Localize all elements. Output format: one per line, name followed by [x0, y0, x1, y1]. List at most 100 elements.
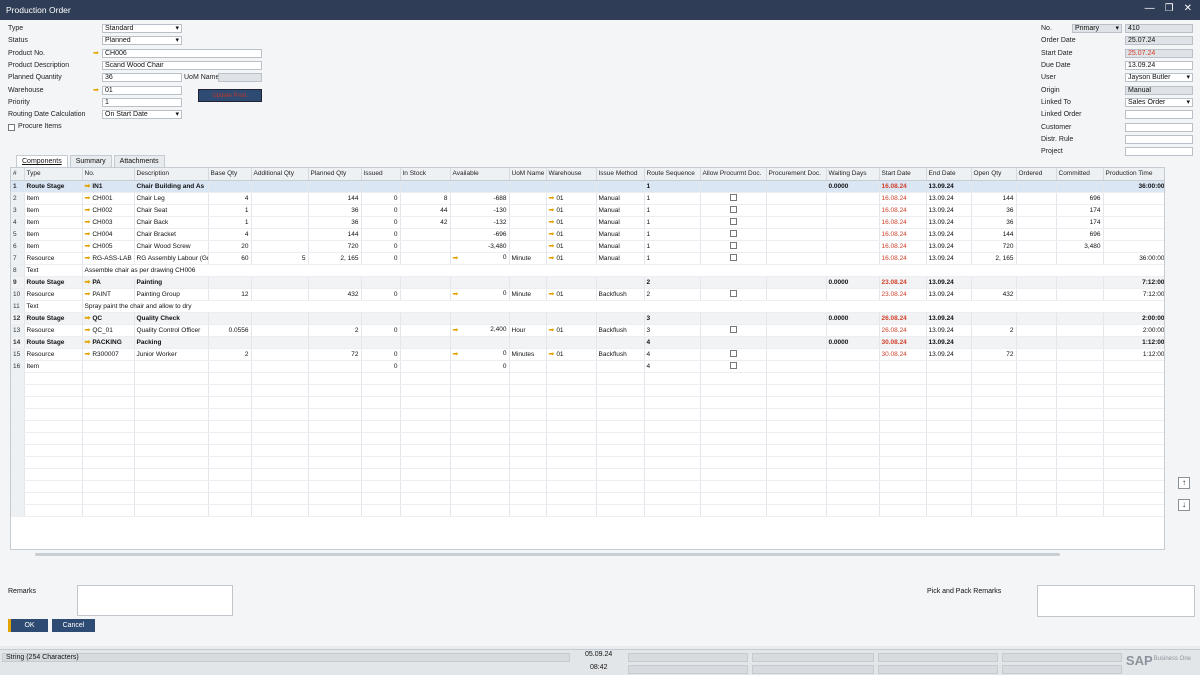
cell-desc[interactable]: Chair Seat — [134, 204, 209, 217]
link-arrow-icon[interactable]: ➡ — [93, 86, 99, 94]
cell-no[interactable]: ➡ RG-ASS-LAB — [82, 252, 135, 265]
cell-wait[interactable] — [826, 324, 880, 337]
cell-committed[interactable]: 174 — [1056, 204, 1104, 217]
cell-allow[interactable] — [700, 192, 767, 205]
cell-no[interactable]: ➡ IN1 — [82, 180, 135, 193]
cell-start[interactable]: 30.08.24 — [879, 348, 927, 361]
cell-uom[interactable]: Minute — [509, 288, 547, 301]
cell-desc[interactable]: Chair Building and As — [134, 180, 209, 193]
cell-wait[interactable]: 0.0000 — [826, 312, 880, 325]
cell-stock[interactable] — [400, 360, 451, 373]
cell-committed[interactable]: 696 — [1056, 192, 1104, 205]
cell-desc[interactable]: Chair Back — [134, 216, 209, 229]
cell-proc[interactable] — [766, 288, 827, 301]
cell-wait[interactable] — [826, 288, 880, 301]
cell-planned[interactable]: 36 — [308, 216, 362, 229]
distr-rule-field[interactable] — [1125, 135, 1193, 144]
column-header[interactable]: Start Date — [879, 168, 927, 181]
cell-allow[interactable] — [700, 336, 767, 349]
cell-uom[interactable] — [509, 276, 547, 289]
cell-issued[interactable]: 0 — [361, 192, 401, 205]
cell-add[interactable] — [251, 324, 309, 337]
cell-start[interactable]: 23.08.24 — [879, 288, 927, 301]
table-row[interactable]: 14 Route Stage ➡ PACKING Packing 4 0.0000 30.0… — [11, 336, 1164, 349]
cell-stock[interactable] — [400, 252, 451, 265]
cell-avail[interactable] — [450, 276, 510, 289]
cell-open[interactable] — [971, 180, 1017, 193]
cell-start[interactable]: 23.08.24 — [879, 276, 927, 289]
table-row[interactable]: 2 Item ➡ CH001 Chair Leg 4 144 0 8 -688 ➡ 01 Manua… — [11, 192, 1164, 205]
priority-field[interactable]: 1 — [102, 98, 182, 107]
cell-end[interactable]: 13.09.24 — [926, 324, 972, 337]
cell-committed[interactable] — [1056, 360, 1104, 373]
cell-add[interactable] — [251, 288, 309, 301]
cell-issued[interactable]: 0 — [361, 240, 401, 253]
cell-ordered[interactable] — [1016, 288, 1057, 301]
cell-type[interactable]: Resource — [24, 252, 83, 265]
cell-stock[interactable] — [400, 240, 451, 253]
cell-issued[interactable] — [361, 276, 401, 289]
cell-wh[interactable]: ➡ 01 — [546, 252, 597, 265]
cell-open[interactable]: 432 — [971, 288, 1017, 301]
cell-uom[interactable]: Minute — [509, 252, 547, 265]
cell-seq[interactable]: 1 — [644, 216, 701, 229]
cell-issued[interactable] — [361, 336, 401, 349]
column-header[interactable]: Allow Procurmt Doc. — [700, 168, 767, 181]
cell-uom[interactable] — [509, 312, 547, 325]
cell-wh[interactable]: ➡ 01 — [546, 192, 597, 205]
cell-planned[interactable]: 72 — [308, 348, 362, 361]
cell-avail[interactable]: ➡ 0 — [450, 288, 510, 301]
cell-add[interactable] — [251, 348, 309, 361]
cell-method[interactable]: Backflush — [596, 324, 645, 337]
cell-type[interactable]: Resource — [24, 288, 83, 301]
cell-seq[interactable]: 3 — [644, 312, 701, 325]
cell-uom[interactable] — [509, 228, 547, 241]
cell-open[interactable] — [971, 336, 1017, 349]
cell-base[interactable]: 2 — [208, 348, 252, 361]
column-header[interactable]: Committed — [1056, 168, 1104, 181]
cell-desc[interactable] — [134, 360, 209, 373]
cell-end[interactable]: 13.09.24 — [926, 204, 972, 217]
cell-planned[interactable] — [308, 276, 362, 289]
cell-stock[interactable] — [400, 324, 451, 337]
cell-start[interactable]: 16.08.24 — [879, 240, 927, 253]
cell-stock[interactable] — [400, 228, 451, 241]
cell-seq[interactable]: 1 — [644, 240, 701, 253]
cell-seq[interactable]: 1 — [644, 252, 701, 265]
column-header[interactable]: In Stock — [400, 168, 451, 181]
cell-committed[interactable] — [1056, 252, 1104, 265]
cell-method[interactable]: Manual — [596, 252, 645, 265]
cell-open[interactable]: 720 — [971, 240, 1017, 253]
cell-end[interactable] — [926, 360, 972, 373]
cell-base[interactable]: 0.0556 — [208, 324, 252, 337]
cell-desc[interactable]: RG Assembly Labour (Gr — [134, 252, 209, 265]
column-header[interactable]: Ordered — [1016, 168, 1057, 181]
cell-method[interactable]: Manual — [596, 240, 645, 253]
cell-no[interactable]: ➡ QC — [82, 312, 135, 325]
table-row[interactable]: 4 Item ➡ CH003 Chair Back 1 36 0 42 -132 ➡ 01 Manu… — [11, 216, 1164, 229]
text-line-cell[interactable]: Assemble chair as per drawing CH006 — [82, 264, 1164, 277]
cell-planned[interactable]: 144 — [308, 228, 362, 241]
cell-end[interactable]: 13.09.24 — [926, 228, 972, 241]
tab-summary[interactable]: Summary — [69, 155, 112, 167]
cell-wait[interactable] — [826, 360, 880, 373]
cell-no[interactable]: ➡ PAINT — [82, 288, 135, 301]
cell-end[interactable]: 13.09.24 — [926, 252, 972, 265]
cell-no[interactable]: ➡ R300007 — [82, 348, 135, 361]
cell-open[interactable]: 36 — [971, 204, 1017, 217]
cell-start[interactable]: 16.08.24 — [879, 192, 927, 205]
cell-proc[interactable] — [766, 240, 827, 253]
cell-ordered[interactable] — [1016, 216, 1057, 229]
column-header[interactable]: Open Qty — [971, 168, 1017, 181]
linked-order-field[interactable] — [1125, 110, 1193, 119]
cell-open[interactable]: 36 — [971, 216, 1017, 229]
cell-base[interactable] — [208, 360, 252, 373]
cell-add[interactable] — [251, 312, 309, 325]
cell-committed[interactable] — [1056, 324, 1104, 337]
cell-end[interactable]: 13.09.24 — [926, 288, 972, 301]
cell-wh[interactable]: ➡ 01 — [546, 348, 597, 361]
allow-procurement-checkbox[interactable] — [729, 326, 737, 334]
cell-method[interactable] — [596, 276, 645, 289]
cell-ordered[interactable] — [1016, 336, 1057, 349]
cell-proc[interactable] — [766, 180, 827, 193]
